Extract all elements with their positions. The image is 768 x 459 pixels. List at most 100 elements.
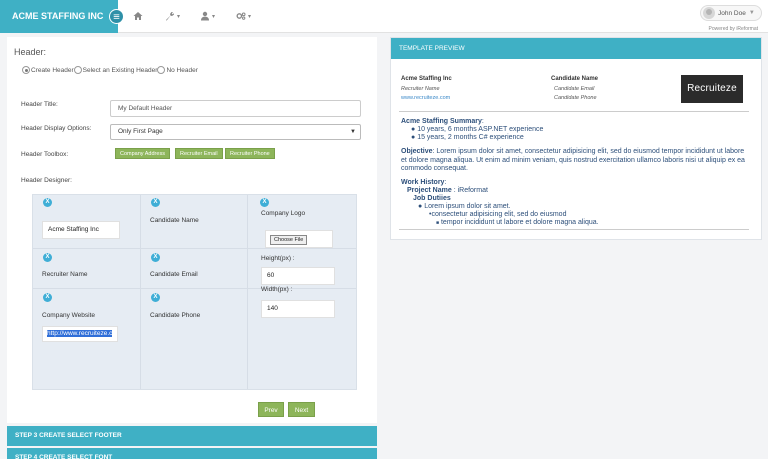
candidate-email-label: Candidate Email [150, 271, 198, 278]
job-duties-heading: Job Dutiies [413, 195, 451, 202]
radio-no-header[interactable] [157, 66, 166, 74]
toolbox-recruiter-email-button[interactable]: Recruiter Email [175, 148, 223, 159]
summary-heading: Acme Staffing Summary: [401, 118, 484, 125]
objective-text: : Lorem ipsum dolor sit amet, consectetu… [401, 148, 745, 172]
job-duties-title: Job Dutiies [413, 195, 451, 202]
top-bar: ACME STAFFING INC ▾ ▾ ▾ John Doe ▼ Power… [0, 0, 768, 33]
powered-by: Powered by iReformat [708, 26, 758, 32]
nav-user[interactable]: ▾ [200, 9, 215, 23]
chevron-down-icon: ▾ [212, 13, 216, 20]
duty-item: ■ tempor incididunt ut labore et dolore … [436, 219, 599, 226]
chevron-down-icon: ▼ [350, 129, 356, 135]
recruiteze-logo: Recruiteze [681, 75, 743, 103]
width-label: Width(px) : [261, 286, 293, 293]
nav-settings[interactable]: ▾ [236, 9, 251, 23]
choose-file-button[interactable]: Choose File [270, 235, 308, 245]
duty-text: consectetur adipisicing elit, sed do eiu… [431, 211, 567, 218]
header-title-label: Header Title: [21, 101, 58, 108]
website-value: http://www.recruiteze.c [47, 330, 113, 337]
radio-label: No Header [166, 66, 198, 74]
radio-label: Create Header [31, 66, 74, 74]
preview-title: TEMPLATE PREVIEW [391, 38, 761, 59]
header-type-radio-group: Create Header Select an Existing Header … [22, 66, 198, 74]
company-name-field[interactable]: Acme Staffing Inc [42, 221, 120, 239]
radio-label: Select an Existing Header [82, 66, 158, 74]
remove-field-button[interactable]: X [43, 293, 52, 302]
toolbox-company-address-button[interactable]: Company Address [115, 148, 170, 159]
brand-title[interactable]: ACME STAFFING INC [0, 0, 118, 33]
website-field[interactable]: http://www.recruiteze.c [42, 326, 118, 342]
work-history-heading: Work History: [401, 179, 447, 186]
work-history-title: Work History [401, 179, 445, 186]
grid-divider [33, 248, 356, 249]
grid-divider [140, 195, 141, 389]
toolbox-label: Header Toolbox: [21, 151, 69, 158]
preview-company: Acme Staffing Inc [401, 76, 452, 82]
header-step-panel: Header: Create Header Select an Existing… [7, 37, 377, 423]
remove-field-button[interactable]: X [43, 253, 52, 262]
candidate-phone-label: Candidate Phone [150, 312, 201, 319]
preview-website[interactable]: www.recruiteze.com [401, 95, 450, 101]
hamburger-icon [113, 14, 120, 19]
chevron-down-icon: ▾ [177, 13, 181, 20]
company-website-label: Company Website [42, 312, 95, 319]
remove-field-button[interactable]: X [151, 253, 160, 262]
section-title: Header: [14, 47, 47, 57]
display-options-label: Header Display Options: [21, 125, 92, 132]
step-4-font-bar[interactable]: STEP 4 CREATE SELECT FONT [7, 448, 377, 459]
remove-field-button[interactable]: X [43, 198, 52, 207]
nav-tools[interactable]: ▾ [165, 9, 180, 23]
summary-item: ● 15 years, 2 months C# experience [411, 134, 524, 141]
summary-item-text: 15 years, 2 months C# experience [417, 134, 524, 141]
next-button[interactable]: Next [288, 402, 315, 417]
display-options-select[interactable]: Only First Page ▼ [110, 124, 361, 140]
nav-home[interactable] [133, 9, 143, 23]
summary-item: ● 10 years, 6 months ASP.NET experience [411, 126, 544, 133]
remove-field-button[interactable]: X [151, 198, 160, 207]
user-icon [201, 11, 209, 21]
preview-candidate-phone: Candidate Phone [554, 95, 597, 101]
template-preview-panel: TEMPLATE PREVIEW Acme Staffing Inc Recru… [390, 37, 762, 240]
gears-icon [236, 12, 246, 20]
step-3-footer-bar[interactable]: STEP 3 CREATE SELECT FOOTER [7, 426, 377, 446]
height-label: Height(px) : [261, 255, 295, 262]
radio-create-header[interactable] [22, 66, 30, 74]
summary-item-text: 10 years, 6 months ASP.NET experience [417, 126, 544, 133]
summary-title: Acme Staffing Summary [401, 118, 482, 125]
preview-body: Acme Staffing Inc Recruiter Name www.rec… [391, 59, 761, 239]
duty-text: tempor incididunt ut labore et dolore ma… [440, 219, 599, 226]
preview-divider [399, 229, 749, 230]
grid-divider [33, 288, 356, 289]
preview-candidate-name: Candidate Name [551, 76, 599, 82]
grid-divider [247, 195, 248, 389]
duty-item: ● Lorem ipsum dolor sit amet. [418, 203, 511, 210]
avatar [703, 7, 715, 19]
logo-upload-box: Choose File [265, 230, 333, 248]
objective-label: Objective [401, 148, 433, 155]
chevron-down-icon: ▾ [248, 13, 252, 20]
user-menu[interactable]: John Doe ▼ [700, 5, 762, 21]
duty-item: •consectetur adipisicing elit, sed do ei… [429, 211, 567, 218]
height-input[interactable]: 60 [261, 267, 335, 285]
objective-paragraph: Objective: Lorem ipsum dolor sit amet, c… [401, 148, 751, 174]
remove-field-button[interactable]: X [151, 293, 160, 302]
width-input[interactable]: 140 [261, 300, 335, 318]
project-line: Project Name : iReformat [407, 187, 488, 194]
preview-recruiter-name: Recruiter Name [401, 86, 440, 92]
remove-field-button[interactable]: X [260, 198, 269, 207]
user-name: John Doe [718, 9, 746, 17]
project-value: : iReformat [451, 187, 488, 194]
radio-existing-header[interactable] [73, 66, 82, 74]
recruiter-name-label: Recruiter Name [42, 271, 88, 278]
menu-toggle-button[interactable] [109, 9, 124, 24]
home-icon [133, 12, 143, 20]
header-designer-grid: X Acme Staffing Inc X Candidate Name X C… [32, 194, 357, 390]
toolbox-recruiter-phone-button[interactable]: Recruiter Phone [225, 148, 275, 159]
company-logo-label: Company Logo [261, 210, 306, 217]
designer-label: Header Designer: [21, 177, 72, 184]
prev-button[interactable]: Prev [258, 402, 284, 417]
display-options-value: Only First Page [118, 128, 163, 135]
header-title-input[interactable]: My Default Header [110, 100, 361, 117]
preview-candidate-email: Candidate Email [554, 86, 595, 92]
project-label: Project Name [407, 187, 452, 194]
